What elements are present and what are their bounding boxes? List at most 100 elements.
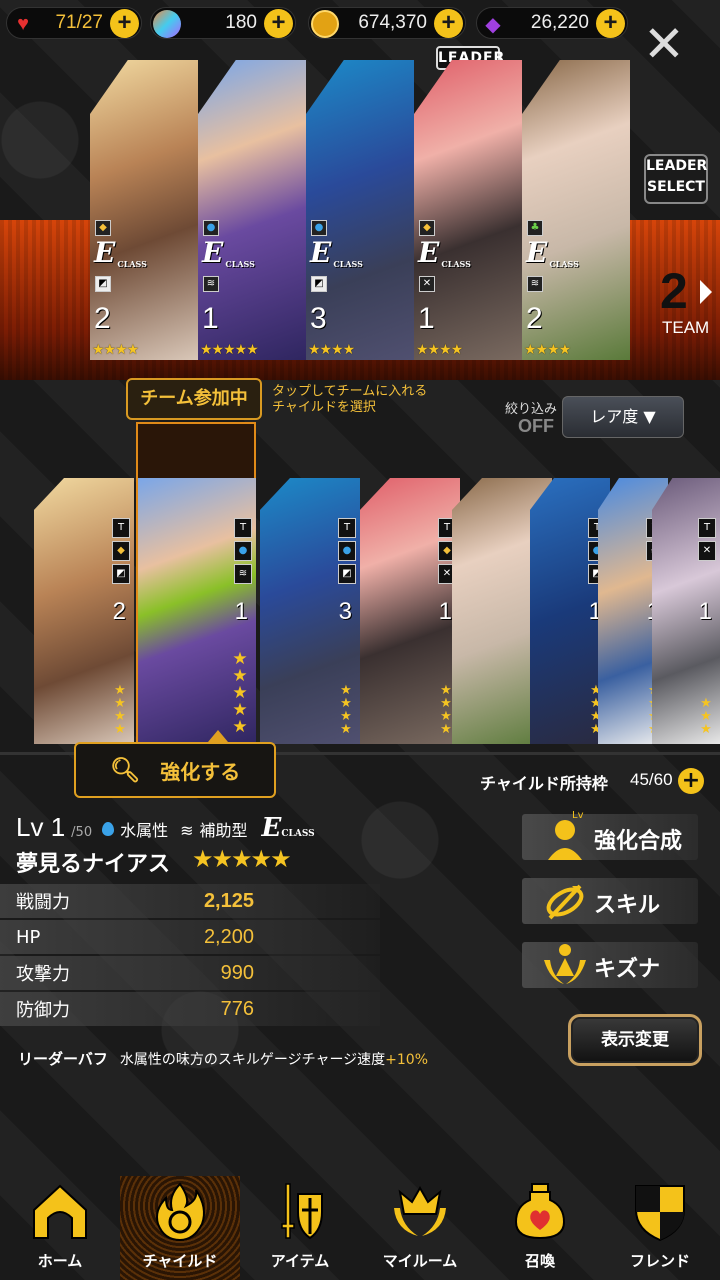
stat-value: 2,200 bbox=[203, 925, 254, 948]
gold-coins-icon bbox=[311, 10, 339, 38]
team-card-5[interactable]: ♣ E CLASS ≋ 2 ★★★★ bbox=[522, 60, 630, 360]
crystal-counter: ◆ 26,220 + bbox=[476, 7, 628, 39]
nav-child-label: チャイルド bbox=[142, 1252, 218, 1270]
nav-myroom-label: マイルーム bbox=[382, 1252, 458, 1270]
child-icons: T ✕ bbox=[698, 518, 716, 561]
stat-row-hp: HP 2,200 bbox=[0, 920, 380, 954]
child-slots-label: チャイルド所持枠 bbox=[480, 774, 608, 793]
card-number: 1 bbox=[234, 598, 248, 625]
swords-type-icon: ✕ bbox=[698, 541, 716, 561]
display-change-button[interactable]: 表示変更 bbox=[568, 1014, 702, 1066]
nav-item-label: アイテム bbox=[270, 1252, 330, 1270]
flame-child-icon bbox=[156, 1182, 205, 1242]
child-card-4[interactable]: T ◆ ✕ 1 ★★★★ bbox=[360, 478, 460, 744]
level-prefix: Lv bbox=[16, 812, 44, 842]
close-button[interactable]: ✕ bbox=[642, 19, 686, 69]
stat-row-power: 戦闘力 2,125 bbox=[0, 884, 380, 918]
bond-button[interactable]: キズナ bbox=[522, 942, 698, 988]
card-stars: ★★★★★ bbox=[200, 342, 259, 358]
team-label: TEAM bbox=[662, 318, 710, 337]
card-number: 2 bbox=[94, 302, 111, 335]
add-gems-button[interactable]: + bbox=[264, 9, 293, 38]
attribute-label: 水属性 bbox=[120, 821, 169, 840]
sort-rarity-dropdown[interactable]: レア度 ▼ bbox=[562, 396, 684, 438]
card-number: 1 bbox=[418, 302, 435, 335]
bottom-nav: ホーム チャイルド アイテム マイルーム 召喚 フレンド bbox=[0, 1176, 720, 1280]
heart-icon: ♥ bbox=[17, 12, 29, 35]
joined-team-button[interactable]: チーム参加中 bbox=[126, 378, 262, 420]
child-card-1[interactable]: T ◆ ◩ 2 ★★★★ bbox=[34, 478, 134, 744]
stat-label: 戦闘力 bbox=[16, 892, 70, 913]
stat-value: 2,125 bbox=[203, 889, 254, 912]
type-label: 補助型 bbox=[199, 821, 248, 840]
light-attribute-icon: ◆ bbox=[419, 220, 435, 236]
child-card-2-selected[interactable]: T ● ≋ 1 ★★★★★ bbox=[138, 478, 256, 744]
enhance-label: 強化する bbox=[160, 759, 241, 784]
card-stars: ★★★★ bbox=[340, 683, 352, 737]
card-number: 3 bbox=[310, 302, 327, 335]
skill-button[interactable]: スキル bbox=[522, 878, 698, 924]
child-icons: T ● ◩ bbox=[338, 518, 356, 584]
nav-myroom[interactable]: マイルーム bbox=[360, 1176, 480, 1280]
card-number: 1 bbox=[698, 598, 712, 625]
filter-toggle[interactable]: OFF bbox=[518, 416, 554, 437]
svg-text:Lv: Lv bbox=[572, 810, 584, 821]
class-badge: ECLASS bbox=[418, 236, 471, 269]
leader-select-button[interactable]: LEADER SELECT bbox=[644, 154, 708, 204]
child-card-3[interactable]: T ● ◩ 3 ★★★★ bbox=[260, 478, 360, 744]
class-badge: ECLASS bbox=[310, 236, 363, 269]
skill-label: スキル bbox=[594, 893, 661, 918]
nav-friend[interactable]: フレンド bbox=[600, 1176, 720, 1280]
enhance-button[interactable]: 🔍︎ 強化する bbox=[74, 742, 276, 798]
card-stars: ★★★★ bbox=[440, 683, 452, 737]
card-number: 2 bbox=[112, 598, 126, 625]
select-hint: タップしてチームに入れる チャイルドを選択 bbox=[272, 384, 427, 416]
card-stars: ★★★ bbox=[700, 696, 712, 737]
team-card-1[interactable]: ◆ E CLASS ◩ 2 ★★★★ bbox=[90, 60, 198, 360]
level-value: Lv 1 bbox=[16, 812, 65, 843]
stat-label: HP bbox=[16, 926, 41, 948]
gold-value: 674,370 bbox=[358, 12, 427, 33]
stat-row-attack: 攻撃力 990 bbox=[0, 956, 380, 990]
enhance-fusion-button[interactable]: Lv 強化合成 bbox=[522, 810, 698, 860]
tag-icon: T bbox=[338, 518, 356, 538]
child-icons: T ● ≋ bbox=[234, 518, 252, 584]
water-drop-icon bbox=[102, 822, 115, 836]
character-name: 夢見るナイアス bbox=[16, 852, 171, 877]
team-card-3[interactable]: ● E CLASS ◩ 3 ★★★★ bbox=[306, 60, 414, 360]
card-stars: ★★★★ bbox=[308, 342, 355, 358]
add-slots-button[interactable]: + bbox=[678, 768, 704, 794]
next-team-arrow-icon[interactable] bbox=[700, 280, 712, 304]
purple-crystal-icon: ◆ bbox=[485, 13, 501, 36]
nav-home[interactable]: ホーム bbox=[0, 1176, 120, 1280]
nav-summon[interactable]: 召喚 bbox=[480, 1176, 600, 1280]
nav-item[interactable]: アイテム bbox=[240, 1176, 360, 1280]
level-row: Lv 1 /50 水属性 ≋ 補助型 ECLASS bbox=[16, 812, 315, 843]
resource-bar: ♥ 71/27 + 180 + 674,370 + ◆ 26,220 + bbox=[0, 0, 720, 46]
water-attribute-icon: ● bbox=[203, 220, 219, 236]
child-card-8[interactable]: T ✕ 1 ★★★ bbox=[652, 478, 720, 744]
character-stars: ★★★★★ bbox=[192, 845, 292, 873]
team-card-4[interactable]: ◆ E CLASS ✕ 1 ★★★★ bbox=[414, 60, 522, 360]
crown-laurel-icon bbox=[394, 1185, 446, 1236]
team-number: 2 bbox=[660, 263, 688, 319]
class-badge: ECLASS bbox=[261, 813, 315, 843]
nav-friend-label: フレンド bbox=[629, 1252, 690, 1270]
team-card-2[interactable]: ● E CLASS ≋ 1 ★★★★★ bbox=[198, 60, 306, 360]
tag-icon: T bbox=[112, 518, 130, 538]
water-attribute-icon: ● bbox=[311, 220, 327, 236]
defense-type-icon: ◩ bbox=[112, 564, 130, 584]
wing-type-icon: ≋ bbox=[234, 564, 252, 584]
hint-line-1: タップしてチームに入れる bbox=[272, 384, 428, 399]
add-gold-button[interactable]: + bbox=[434, 9, 463, 38]
card-stars: ★★★★ bbox=[416, 342, 463, 358]
wing-type-icon: ≋ bbox=[203, 276, 219, 292]
defense-type-icon: ◩ bbox=[95, 276, 111, 292]
card-stars: ★★★★ bbox=[524, 342, 571, 358]
nav-child[interactable]: チャイルド bbox=[120, 1176, 240, 1280]
stat-row-defense: 防御力 776 bbox=[0, 992, 380, 1026]
add-crystals-button[interactable]: + bbox=[596, 9, 625, 38]
nav-summon-label: 召喚 bbox=[524, 1252, 555, 1270]
card-number: 2 bbox=[526, 302, 543, 335]
add-stamina-button[interactable]: + bbox=[110, 9, 139, 38]
